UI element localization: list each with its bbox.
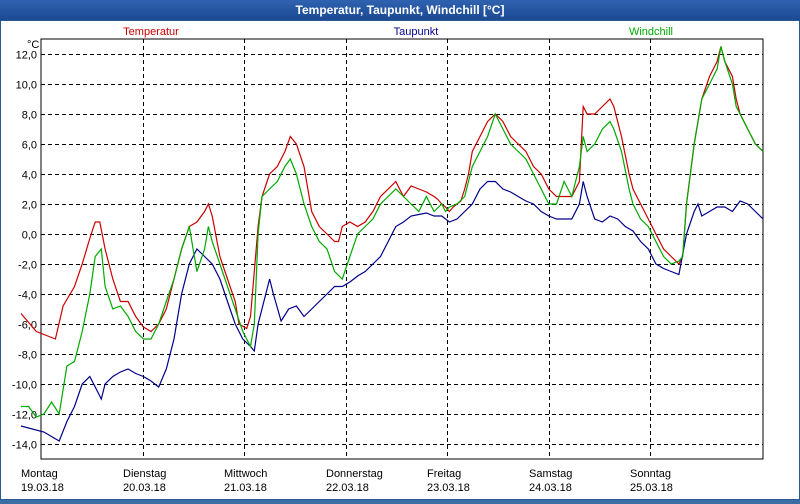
- y-tick-label: -2,0: [18, 260, 37, 272]
- y-tick-label: 2,0: [22, 200, 37, 212]
- y-unit-label: °C: [27, 39, 39, 51]
- legend-taupunkt: Taupunkt: [394, 26, 439, 38]
- y-tick-label: -14,0: [12, 440, 37, 452]
- day-date-label: 20.03.18: [123, 482, 166, 494]
- legend-temperatur: Temperatur: [123, 26, 179, 38]
- window-title: Temperatur, Taupunkt, Windchill [°C]: [0, 0, 800, 20]
- y-tick-label: 10,0: [16, 80, 37, 92]
- y-tick-label: -8,0: [18, 350, 37, 362]
- y-tick-label: 8,0: [22, 110, 37, 122]
- chart-panel: -14,0 -12,0 -10,0 -8,0 -6,0 -4,0 -2,0 0,0 2,0 4,0…: [1, 21, 799, 499]
- y-tick-label: 6,0: [22, 140, 37, 152]
- window-frame: Temperatur, Taupunkt, Windchill [°C] -14…: [0, 0, 800, 500]
- day-name-label: Freitag: [427, 468, 461, 480]
- day-date-label: 21.03.18: [224, 482, 267, 494]
- chart-svg: -14,0-12,0-10,0-8,0-6,0-4,0-2,00,02,04,0…: [12, 26, 764, 494]
- y-tick-label: 12,0: [16, 50, 37, 62]
- day-date-label: 25.03.18: [630, 482, 673, 494]
- day-date-label: 23.03.18: [427, 482, 470, 494]
- y-tick-label: 0,0: [22, 230, 37, 242]
- day-date-label: 19.03.18: [21, 482, 64, 494]
- y-tick-label: -10,0: [12, 380, 37, 392]
- day-date-label: 24.03.18: [529, 482, 572, 494]
- day-name-label: Mittwoch: [224, 468, 267, 480]
- day-date-label: 22.03.18: [326, 482, 369, 494]
- y-tick-label: -4,0: [18, 290, 37, 302]
- day-name-label: Donnerstag: [326, 468, 383, 480]
- day-name-label: Montag: [21, 468, 58, 480]
- y-tick-label: 4,0: [22, 170, 37, 182]
- y-tick-label: -12,0: [12, 410, 37, 422]
- day-name-label: Sonntag: [630, 468, 671, 480]
- day-name-label: Dienstag: [123, 468, 166, 480]
- legend-windchill: Windchill: [629, 26, 673, 38]
- day-name-label: Samstag: [529, 468, 572, 480]
- plot-area: [40, 38, 764, 460]
